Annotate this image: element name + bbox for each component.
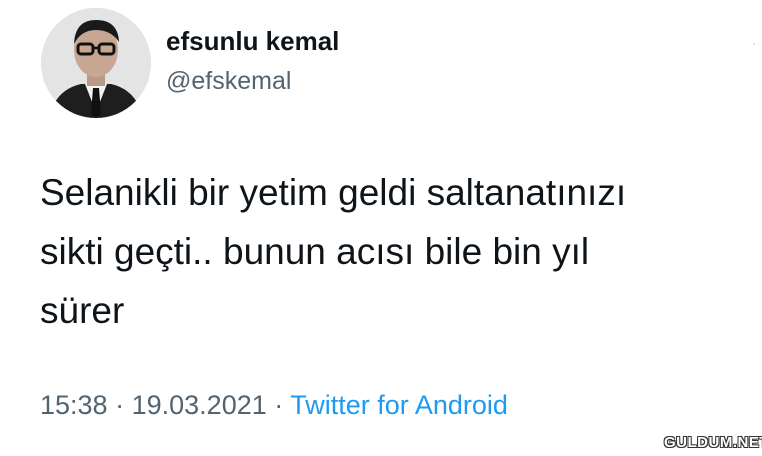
avatar[interactable] <box>41 8 151 118</box>
tweet-date[interactable]: 19.03.2021 <box>132 390 267 420</box>
tweet-metadata: 15:38 · 19.03.2021 · Twitter for Android <box>40 390 508 421</box>
separator-dot: · <box>274 390 284 420</box>
more-options-icon[interactable]: · <box>752 36 762 50</box>
author-display-name[interactable]: efsunlu kemal <box>166 26 339 57</box>
watermark-logo: GULDUM.NET <box>664 434 762 451</box>
tweet-time[interactable]: 15:38 <box>40 390 108 420</box>
tweet-source-link[interactable]: Twitter for Android <box>290 390 508 420</box>
author-handle[interactable]: @efskemal <box>166 67 291 96</box>
profile-photo-icon <box>41 8 151 118</box>
separator-dot: · <box>115 390 125 420</box>
tweet-text: Selanikli bir yetim geldi saltanatınızı … <box>40 172 627 331</box>
